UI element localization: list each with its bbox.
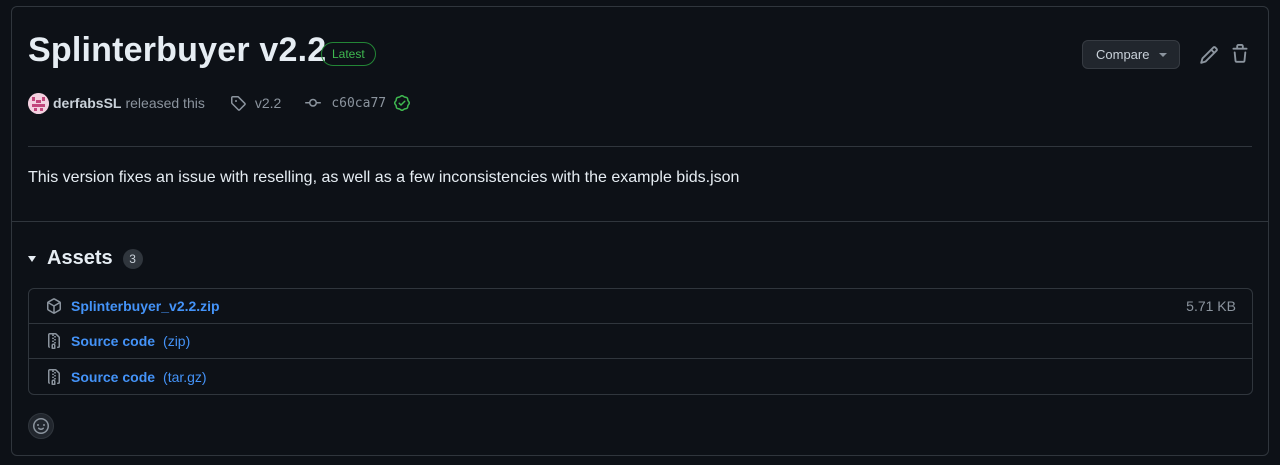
commit-link[interactable]: c60ca77 <box>305 95 411 111</box>
tag-link[interactable]: v2.2 <box>230 95 281 111</box>
release-title[interactable]: Splinterbuyer v2.2 <box>28 31 326 70</box>
assets-toggle[interactable]: Assets 3 <box>28 247 143 270</box>
pencil-icon[interactable] <box>1199 45 1219 65</box>
tag-label: v2.2 <box>254 95 282 111</box>
asset-row[interactable]: Source code (tar.gz) <box>29 359 1252 394</box>
author-link[interactable]: derfabsSL <box>53 95 121 111</box>
release-card: Splinterbuyer v2.2 Latest Compare derfab… <box>11 6 1269 456</box>
trash-icon[interactable] <box>1230 44 1250 64</box>
smiley-icon <box>33 418 49 434</box>
asset-suffix[interactable]: (zip) <box>163 333 190 349</box>
asset-link[interactable]: Source code <box>71 333 155 349</box>
asset-size: 5.71 KB <box>1186 298 1236 314</box>
asset-suffix[interactable]: (tar.gz) <box>163 369 207 385</box>
compare-button-label: Compare <box>1096 47 1150 62</box>
asset-row[interactable]: Splinterbuyer_v2.2.zip 5.71 KB <box>29 289 1252 324</box>
add-reaction-button[interactable] <box>28 413 54 439</box>
commit-sha: c60ca77 <box>331 95 387 111</box>
file-zip-icon <box>48 333 60 349</box>
avatar[interactable] <box>28 92 49 114</box>
header-divider <box>28 146 1252 147</box>
assets-list: Splinterbuyer_v2.2.zip 5.71 KB Source co… <box>28 288 1253 395</box>
released-text: released this <box>125 95 205 111</box>
git-commit-icon <box>305 98 322 107</box>
release-meta: derfabsSL released this v2.2 c60ca77 <box>28 92 411 114</box>
chevron-down-icon <box>1159 53 1167 57</box>
assets-divider <box>12 221 1268 222</box>
asset-row[interactable]: Source code (zip) <box>29 324 1252 359</box>
assets-title: Assets <box>47 247 113 269</box>
assets-count-badge: 3 <box>122 248 143 269</box>
release-notes: This version fixes an issue with reselli… <box>28 169 740 186</box>
asset-link[interactable]: Source code <box>71 369 155 385</box>
package-icon <box>47 298 61 314</box>
triangle-down-icon <box>28 255 36 262</box>
file-zip-icon <box>48 368 60 385</box>
verified-check-icon[interactable] <box>394 95 411 111</box>
latest-badge: Latest <box>321 42 376 66</box>
compare-button[interactable]: Compare <box>1082 40 1180 69</box>
asset-link[interactable]: Splinterbuyer_v2.2.zip <box>71 298 220 314</box>
tag-icon <box>230 96 246 111</box>
avatar-identicon-icon <box>28 92 49 114</box>
